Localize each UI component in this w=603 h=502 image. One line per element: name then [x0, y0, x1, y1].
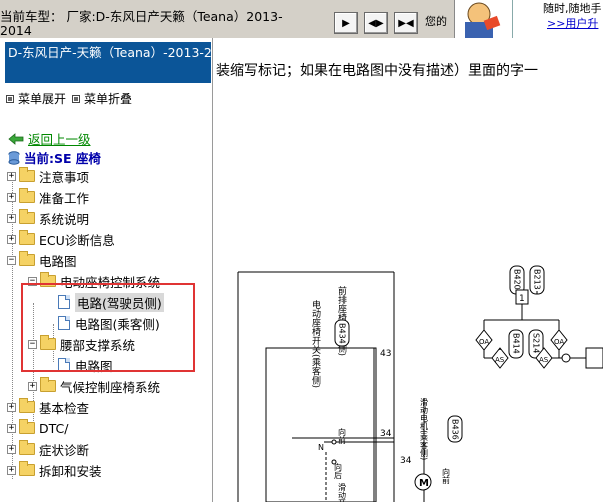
expand-menu-button[interactable]: 菜单展开 [6, 90, 66, 107]
collapse-label: 菜单折叠 [84, 92, 133, 106]
ground-box [585, 347, 603, 369]
folder-open-icon [19, 251, 35, 266]
folder-icon [19, 440, 35, 455]
database-icon [8, 150, 20, 165]
switch-box [265, 347, 377, 502]
motor-code: B436 [451, 419, 460, 440]
expand-toggle[interactable]: + [7, 444, 16, 454]
ad-text: 随时,随地手 [543, 2, 602, 15]
as-label: AS [539, 356, 549, 364]
tree-item-preparation[interactable]: + 准备工作 [7, 187, 89, 207]
tree-item-symptom-diagnosis[interactable]: + 症状诊断 [7, 439, 89, 459]
expand-toggle[interactable]: + [28, 381, 37, 391]
connector-label: B420 [513, 269, 522, 290]
play-icon: ▶ [342, 17, 350, 29]
tree-item-label: 气候控制座椅系统 [60, 379, 161, 395]
tree-item-label: 准备工作 [39, 190, 90, 206]
content-panel: 装缩写标记；如果在电路图中没有描述）里面的字一 前排座椅(乘客侧) 电动座椅开关… [214, 38, 603, 502]
expand-toggle[interactable]: + [7, 171, 16, 181]
backward-label: 向后 [334, 462, 343, 480]
tree-item-climate-seat[interactable]: + 气候控制座椅系统 [28, 376, 160, 396]
oa-label: OA [554, 338, 564, 346]
splice-point [561, 353, 571, 363]
tree-item-wiring-diagram[interactable]: − 电路图 [7, 250, 77, 270]
pin-label: 34 [380, 429, 392, 439]
folder-icon [19, 188, 35, 203]
switch-contact [331, 439, 337, 445]
split-icon: ◀▶ [368, 17, 384, 29]
highlight-box [21, 283, 195, 372]
forward-label: 向前 [442, 467, 451, 485]
tree-item-basic-inspection[interactable]: + 基本检查 [7, 397, 89, 417]
folder-icon [19, 167, 35, 182]
expand-toggle[interactable]: + [7, 465, 16, 475]
expand-toggle[interactable]: + [7, 234, 16, 244]
split-icon: ▶◀ [398, 17, 414, 29]
folder-icon [19, 419, 35, 434]
switch-label: 电动座椅开关(乘客侧) [310, 299, 321, 388]
as-label: AS [495, 356, 505, 364]
tree-item-label: 基本检查 [39, 400, 90, 416]
back-link[interactable]: 返回上一级 [28, 129, 91, 148]
menu-toggle-row: 菜单展开 菜单折叠 [6, 90, 132, 107]
expand-toggle[interactable]: + [7, 213, 16, 223]
tree-item-label: 注意事项 [39, 169, 90, 185]
n-label: N [318, 443, 324, 452]
collapse-toggle[interactable]: − [7, 255, 16, 265]
play-button[interactable]: ▶ [334, 12, 358, 34]
collapse-icon [72, 95, 81, 103]
connector-label: B414 [512, 333, 521, 354]
tree-item-label: DTC/ [39, 420, 69, 436]
tree-item-notes[interactable]: + 注意事项 [7, 166, 89, 186]
back-arrow-icon [8, 132, 24, 145]
slide-switch-label: 滑动开关 [338, 482, 347, 502]
expand-toggle[interactable]: + [7, 192, 16, 202]
mascot-image [454, 0, 512, 38]
switch-code: B434 [338, 323, 347, 344]
forward-label: 向前 [338, 427, 347, 445]
mascot-icon [465, 2, 501, 38]
folder-icon [19, 398, 35, 413]
current-location: 当前:SE 座椅 [24, 151, 101, 166]
tree-item-removal-installation[interactable]: + 拆卸和安装 [7, 460, 102, 480]
expand-toggle[interactable]: + [7, 402, 16, 412]
upgrade-link[interactable]: >>用户升 [547, 15, 598, 31]
pin-label: 34 [400, 456, 412, 466]
expand-toggle[interactable]: + [7, 423, 16, 433]
expand-label: 菜单展开 [18, 92, 67, 106]
folder-icon [19, 209, 35, 224]
sidebar: D-东风日产-天籁（Teana）-2013-2014- SE 座椅. 菜单展开 … [0, 38, 213, 502]
switch-contact [331, 459, 337, 465]
split-view-button[interactable]: ◀▶ [364, 12, 388, 34]
sidebar-title: D-东风日产-天籁（Teana）-2013-2014- SE 座椅. [5, 42, 211, 83]
connector-label: S214 [532, 333, 541, 353]
oa-label: OA [479, 338, 489, 346]
expand-icon [6, 95, 14, 103]
folder-icon [19, 230, 35, 245]
folder-icon [19, 461, 35, 476]
tree-item-label: 症状诊断 [39, 442, 90, 458]
wiring-diagram: 前排座椅(乘客侧) 电动座椅开关(乘客侧) B434 43 N 向前 向后 滑动… [237, 265, 603, 502]
tree-item-dtc[interactable]: + DTC/ [7, 418, 68, 438]
top-bar: 当前车型： 厂家:D-东风日产天籁（Teana）2013-2014 ▶ ◀▶ ▶… [0, 0, 603, 38]
tree-item-system-description[interactable]: + 系统说明 [7, 208, 89, 228]
tree-item-label: 拆卸和安装 [39, 463, 102, 479]
connector-label: B213 [533, 269, 542, 290]
current-location-row: 当前:SE 座椅 [8, 148, 101, 167]
motor-m: M [419, 478, 429, 489]
folder-icon [40, 377, 56, 392]
expand-view-button[interactable]: ▶◀ [394, 12, 418, 34]
tree-item-label: 系统说明 [39, 211, 90, 227]
tree-item-ecu-diagnosis[interactable]: + ECU诊断信息 [7, 229, 115, 249]
tree-item-label: ECU诊断信息 [39, 232, 115, 248]
ad-panel: 随时,随地手 >>用户升 [512, 0, 603, 38]
back-row[interactable]: 返回上一级 [8, 129, 91, 148]
pin-label: 43 [380, 349, 391, 359]
current-model-info: 当前车型： 厂家:D-东风日产天籁（Teana）2013-2014 [0, 9, 283, 38]
user-greeting: 您的 [425, 15, 447, 28]
motor-label: 滑动电机(乘客侧) [420, 397, 429, 460]
fuse-number: 1 [519, 294, 525, 304]
collapse-menu-button[interactable]: 菜单折叠 [72, 90, 132, 107]
tree-item-label: 电路图 [39, 253, 77, 269]
